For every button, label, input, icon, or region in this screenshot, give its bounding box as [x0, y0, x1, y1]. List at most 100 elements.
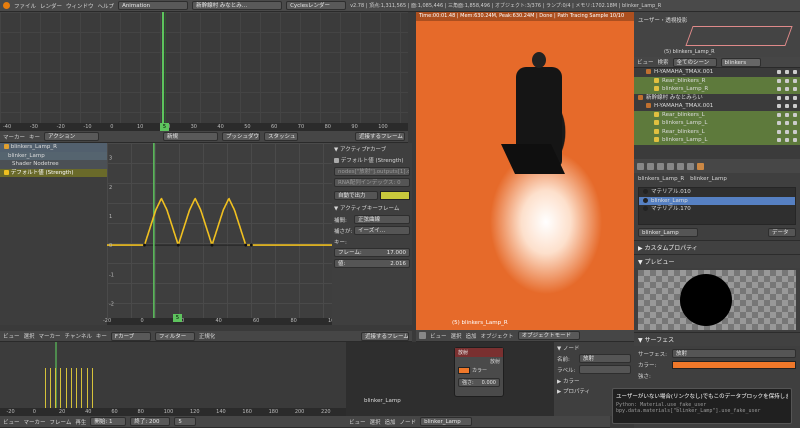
checkbox-icon[interactable] [334, 158, 339, 163]
outliner-row[interactable]: Rear_blinkers_L [634, 127, 800, 136]
material-slot[interactable]: マテリアル.010 [639, 188, 795, 197]
camera-icon[interactable] [777, 129, 781, 134]
stash-button[interactable]: スタッシュ [264, 132, 299, 141]
menu-frame[interactable]: フレーム [50, 418, 72, 426]
menu-file[interactable]: ファイル [14, 2, 36, 10]
menu-channel[interactable]: チャンネル [65, 332, 92, 340]
data-link-select[interactable]: データ [768, 228, 796, 237]
eye-icon[interactable] [793, 138, 797, 142]
rna-index-field[interactable]: RNA配列インデックス: 0 [334, 178, 410, 187]
modifier-icon[interactable] [677, 162, 684, 170]
top-graph-area[interactable] [0, 12, 408, 123]
outliner-row[interactable]: 新幹線村 みなとみらい [634, 94, 800, 103]
keyframe-marker[interactable] [60, 368, 62, 408]
start-frame-field[interactable]: 開始: 1 [90, 417, 127, 426]
keyframe-point[interactable] [210, 243, 214, 247]
new-action-button[interactable]: 新規 [163, 132, 219, 141]
menu-playback[interactable]: 再生 [75, 418, 86, 426]
nearest-frame-button[interactable]: 近接するフレーム [361, 331, 409, 341]
outliner-row[interactable]: Rear_blinkers_R [634, 76, 800, 85]
cursor-icon[interactable] [785, 121, 789, 125]
material-name-field[interactable]: blinker_Lamp [638, 228, 698, 237]
camera-icon[interactable] [777, 112, 781, 117]
eye-icon[interactable] [793, 87, 797, 91]
render-icon[interactable] [637, 162, 644, 170]
camera-icon[interactable] [777, 95, 781, 100]
keyframe-point[interactable] [176, 243, 180, 247]
menu-key[interactable]: キー [29, 133, 40, 141]
cursor-icon[interactable] [785, 87, 789, 91]
scope-select[interactable]: 全てのシーン [672, 57, 717, 67]
channel-row[interactable]: Shader Nodetree [0, 160, 107, 169]
filter-button[interactable]: フィルター [154, 331, 195, 341]
menu-select[interactable]: 選択 [451, 332, 462, 340]
node-label-field[interactable] [579, 365, 631, 374]
outliner-row[interactable]: blinkers_Lamp_L [634, 119, 800, 128]
render-engine-select[interactable]: Cyclesレンダー [286, 1, 347, 10]
scene-icon[interactable] [647, 162, 654, 170]
color-section[interactable]: ▶ カラー [557, 377, 631, 385]
cursor-icon[interactable] [785, 78, 789, 83]
keyframe-marker[interactable] [86, 368, 88, 408]
editor-mode-select[interactable]: Fカーブ [110, 331, 151, 341]
easing-select[interactable]: イーズイ… [354, 226, 410, 235]
channel-row[interactable]: blinkers_Lamp_R [0, 143, 107, 152]
menu-add[interactable]: 追加 [466, 332, 477, 340]
menu-key[interactable]: キー [96, 332, 107, 340]
camera-icon[interactable] [777, 121, 781, 125]
outliner-row[interactable]: Rear_blinkers_L [634, 110, 800, 119]
nearest-frame-button[interactable]: 近接するフレーム [355, 132, 405, 141]
material-slot[interactable]: blinker_Lamp [639, 196, 795, 205]
cursor-icon[interactable] [785, 70, 789, 74]
value-field[interactable]: 値: 2.016 [334, 259, 410, 268]
keyframe-marker[interactable] [55, 368, 57, 408]
fcurve-line[interactable] [107, 197, 332, 247]
menu-select[interactable]: 選択 [24, 332, 35, 340]
menu-render[interactable]: レンダー [40, 2, 62, 10]
playhead-line[interactable] [162, 12, 164, 123]
fcurve-graph[interactable]: 3 2 1 0 -1 -2 [107, 143, 332, 318]
menu-view[interactable]: ビュー [3, 332, 20, 340]
mode-select[interactable]: アクション [44, 132, 100, 141]
camera-icon[interactable] [777, 138, 781, 142]
eye-icon[interactable] [793, 70, 797, 74]
blender-logo-icon[interactable] [3, 2, 10, 9]
menu-view[interactable]: ビュー [349, 418, 366, 426]
cursor-icon[interactable] [785, 112, 789, 117]
keyframe-marker[interactable] [65, 368, 67, 408]
keyframe-marker[interactable] [44, 368, 46, 408]
timeline-area[interactable] [0, 342, 346, 408]
object-mode-select[interactable]: オブジェクトモード [517, 331, 580, 340]
outliner-search-input[interactable]: blinkers [720, 57, 761, 67]
scene-select[interactable]: 新幹線村 みなとみ… [192, 1, 283, 10]
menu-view[interactable]: ビュー [430, 332, 447, 340]
frame-field[interactable]: フレーム: 17.000 [334, 248, 410, 257]
node-editor[interactable]: 放射 放射 カラー 強さ: 0.000 blinker_Lamp [346, 342, 554, 416]
material-slot-list[interactable]: マテリアル.010 blinker_Lamp マテリアル.170 [638, 187, 796, 225]
camera-icon[interactable] [777, 87, 781, 91]
outliner-row[interactable]: H-YAMAHA_TMAX.001 [634, 68, 800, 77]
layout-select[interactable]: Animation [118, 1, 189, 10]
end-frame-field[interactable]: 終了: 200 [130, 417, 171, 426]
channel-row[interactable]: blinker_Lamp [0, 151, 107, 160]
keyframe-marker[interactable] [70, 368, 72, 408]
cursor-icon[interactable] [785, 129, 789, 134]
menu-select[interactable]: 選択 [370, 418, 381, 426]
cursor-icon[interactable] [785, 104, 789, 108]
eye-icon[interactable] [793, 121, 797, 125]
push-down-button[interactable]: プッシュダウン [222, 132, 261, 141]
interpolation-select[interactable]: 正弦曲線 [354, 215, 410, 224]
eye-icon[interactable] [793, 112, 797, 117]
keyframe-marker[interactable] [76, 368, 77, 408]
menu-search[interactable]: 検索 [658, 58, 669, 66]
outliner-row[interactable]: blinkers_Lamp_L [634, 136, 800, 145]
menu-marker[interactable]: マーカー [39, 332, 61, 340]
emission-node[interactable]: 放射 放射 カラー 強さ: 0.000 [454, 347, 504, 397]
view3d-icon[interactable] [419, 332, 426, 339]
material-icon[interactable] [697, 162, 704, 170]
material-select[interactable]: blinker_Lamp [420, 417, 473, 426]
node-color-swatch[interactable] [458, 367, 470, 374]
material-slot[interactable]: マテリアル.170 [639, 205, 795, 214]
camera-icon[interactable] [777, 104, 781, 108]
keyframe-point[interactable] [143, 243, 146, 247]
